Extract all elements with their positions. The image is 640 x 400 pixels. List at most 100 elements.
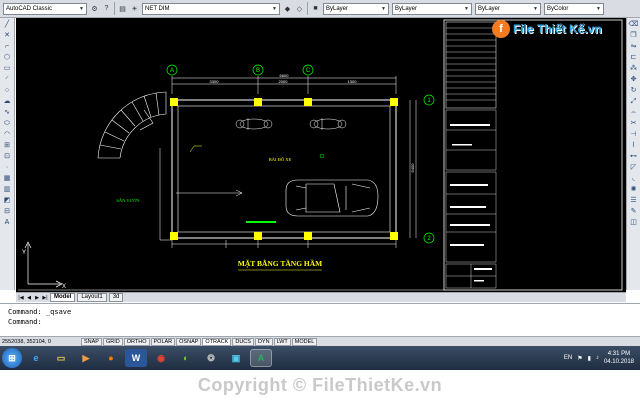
tab-layout1[interactable]: Layout1 [77, 293, 107, 302]
mtext-icon[interactable]: A [2, 218, 13, 228]
column-marks [170, 98, 398, 240]
chrome-icon[interactable]: ◉ [150, 349, 172, 367]
ie-icon[interactable]: e [25, 349, 47, 367]
polyline-icon[interactable]: ⌐ [2, 42, 13, 52]
line-icon[interactable]: ╱ [2, 20, 13, 30]
make-block-icon[interactable]: ⊡ [2, 152, 13, 162]
last-tab-icon[interactable]: ▶| [42, 295, 48, 301]
matchprop-icon[interactable]: ✎ [628, 207, 639, 217]
properties-icon[interactable]: ☰ [628, 196, 639, 206]
polar-toggle[interactable]: POLAR [150, 337, 176, 346]
network-icon[interactable]: ▮ [588, 355, 591, 362]
app1-icon[interactable]: ◐ [175, 349, 197, 367]
spline-icon[interactable]: ∿ [2, 108, 13, 118]
lineweight-dropdown[interactable]: ByLayer ▼ [475, 2, 541, 15]
flag-icon[interactable]: ⚑ [577, 355, 582, 362]
next-tab-icon[interactable]: ▶ [34, 295, 40, 301]
color-dropdown[interactable]: ByLayer ▼ [323, 2, 389, 15]
make-current-icon[interactable]: ◆ [283, 3, 292, 14]
layers-icon[interactable]: ◫ [628, 218, 639, 228]
layer-value: NET DIM [145, 5, 170, 12]
clock[interactable]: 4:31 PM 04.10.2018 [604, 350, 634, 366]
arc-icon[interactable]: ◜ [2, 75, 13, 85]
media-player-icon[interactable]: ▶ [75, 349, 97, 367]
workspace-dropdown[interactable]: AutoCAD Classic ▼ [3, 2, 87, 15]
ellipse-arc-icon[interactable]: ◠ [2, 130, 13, 140]
move-icon[interactable]: ✥ [628, 75, 639, 85]
insert-block-icon[interactable]: ⊞ [2, 141, 13, 151]
first-tab-icon[interactable]: |◀ [18, 295, 24, 301]
rectangle-icon[interactable]: ▭ [2, 64, 13, 74]
polygon-icon[interactable]: ⬡ [2, 53, 13, 63]
gradient-icon[interactable]: ▥ [2, 185, 13, 195]
snap-toggle[interactable]: SNAP [81, 337, 102, 346]
tab-3d[interactable]: 3d [108, 293, 124, 302]
erase-icon[interactable]: ⌫ [628, 20, 639, 30]
tab-model[interactable]: Model [50, 293, 76, 302]
firefox-icon[interactable]: ● [100, 349, 122, 367]
join-icon[interactable]: ⊷ [628, 152, 639, 162]
color-swatch-icon[interactable]: ■ [311, 3, 320, 14]
ducs-toggle[interactable]: DUCS [232, 337, 254, 346]
lwt-toggle[interactable]: LWT [273, 337, 291, 346]
motorbike-2 [309, 118, 347, 130]
start-orb-icon[interactable]: ⊞ [2, 348, 22, 368]
bulb-icon[interactable]: ☀ [130, 3, 139, 14]
autocad-task-icon[interactable]: A [250, 349, 272, 367]
mirror-icon[interactable]: ⇋ [628, 42, 639, 52]
revcloud-icon[interactable]: ☁ [2, 97, 13, 107]
layer-previous-icon[interactable]: ◇ [295, 3, 304, 14]
xline-icon[interactable]: ✕ [2, 31, 13, 41]
app2-icon[interactable]: ❂ [200, 349, 222, 367]
ortho-toggle[interactable]: ORTHO [123, 337, 150, 346]
volume-icon[interactable]: ♪ [596, 355, 599, 361]
osnap-toggle[interactable]: OSNAP [176, 337, 202, 346]
otrack-toggle[interactable]: OTRACK [202, 337, 232, 346]
extend-icon[interactable]: ⊣ [628, 130, 639, 140]
ellipse-icon[interactable]: ⬭ [2, 119, 13, 129]
drawing-canvas[interactable]: 6600 3300 2000 1300 A B C 1 2 5400 BÃI Đ… [16, 18, 626, 292]
language-indicator[interactable]: EN [564, 355, 572, 361]
table-icon[interactable]: ⊟ [2, 207, 13, 217]
rotate-icon[interactable]: ↻ [628, 86, 639, 96]
cad-drawing: 6600 3300 2000 1300 A B C 1 2 5400 BÃI Đ… [18, 19, 623, 291]
trim-icon[interactable]: ✂ [628, 119, 639, 129]
dim-3-label: 1300 [348, 79, 358, 84]
array-icon[interactable]: ⁂ [628, 64, 639, 74]
layer-dropdown[interactable]: NET DIM ▼ [142, 2, 280, 15]
plan-title: MẶT BẰNG TẦNG HẦM [238, 258, 323, 268]
leader-mark [189, 145, 202, 153]
scale-icon[interactable]: ⤢ [628, 97, 639, 107]
watermark-footer: Copyright © FileThietKe.vn [0, 370, 640, 400]
copy-icon[interactable]: ❐ [628, 31, 639, 41]
app3-icon[interactable]: ▣ [225, 349, 247, 367]
grid-toggle[interactable]: GRID [102, 337, 123, 346]
help-icon[interactable]: ? [102, 3, 111, 14]
chevron-down-icon: ▼ [464, 5, 469, 12]
circle-icon[interactable]: ○ [2, 86, 13, 96]
plotstyle-dropdown[interactable]: ByColor ▼ [544, 2, 604, 15]
dyn-toggle[interactable]: DYN [254, 337, 273, 346]
point-icon[interactable]: · [2, 163, 13, 173]
layer-manager-icon[interactable]: ▤ [118, 3, 127, 14]
explorer-icon[interactable]: ▭ [50, 349, 72, 367]
chevron-down-icon: ▼ [381, 5, 386, 12]
word-icon[interactable]: W [125, 349, 147, 367]
model-toggle[interactable]: MODEL [291, 337, 318, 346]
break-icon[interactable]: ⌇ [628, 141, 639, 151]
stretch-icon[interactable]: ⇔ [628, 108, 639, 118]
prev-tab-icon[interactable]: ◀ [26, 295, 32, 301]
linetype-dropdown[interactable]: ByLayer ▼ [392, 2, 472, 15]
dim-1-label: 3300 [210, 79, 220, 84]
command-line[interactable]: Command: _qsave Command: [0, 303, 640, 336]
region-icon[interactable]: ◩ [2, 196, 13, 206]
chamfer-icon[interactable]: ◸ [628, 163, 639, 173]
explode-icon[interactable]: ✺ [628, 185, 639, 195]
command-prompt[interactable]: Command: [8, 317, 632, 327]
chevron-down-icon: ▼ [533, 5, 538, 12]
fillet-icon[interactable]: ◟ [628, 174, 639, 184]
offset-icon[interactable]: ⊏ [628, 53, 639, 63]
hatch-icon[interactable]: ▦ [2, 174, 13, 184]
autocad-window: AutoCAD Classic ▼ ⚙ ? ▤ ☀ NET DIM ▼ ◆ ◇ ■ … [0, 0, 640, 400]
gear-icon[interactable]: ⚙ [90, 3, 99, 14]
